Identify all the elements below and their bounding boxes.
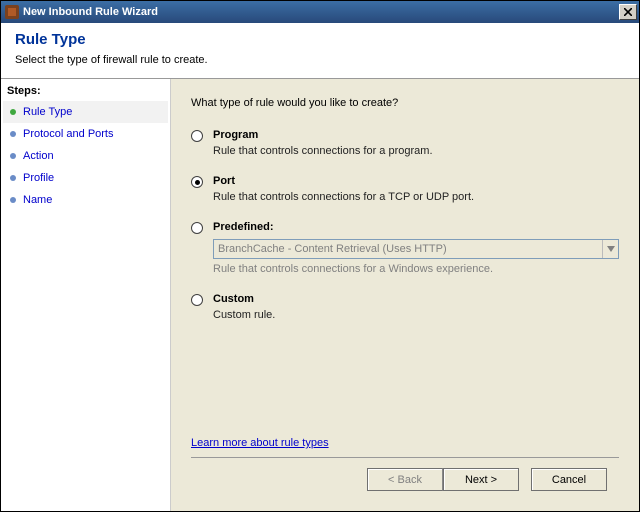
option-label: Program [213, 129, 619, 141]
radio-port[interactable] [191, 176, 203, 188]
close-button[interactable] [619, 4, 637, 20]
step-action[interactable]: Action [3, 145, 168, 167]
wizard-window: New Inbound Rule Wizard Rule Type Select… [0, 0, 640, 512]
step-label: Profile [23, 172, 54, 184]
option-custom: Custom Custom rule. [191, 293, 619, 321]
radio-predefined[interactable] [191, 222, 203, 234]
option-port: Port Rule that controls connections for … [191, 175, 619, 203]
steps-sidebar: Steps: Rule Type Protocol and Ports Acti… [1, 79, 171, 511]
close-icon [624, 8, 632, 16]
button-bar: < Back Next > Cancel [191, 457, 619, 503]
page-title: Rule Type [15, 31, 625, 48]
page-subtitle: Select the type of firewall rule to crea… [15, 54, 625, 66]
step-bullet-icon [10, 153, 16, 159]
app-icon [5, 5, 19, 19]
option-label: Custom [213, 293, 619, 305]
step-bullet-icon [10, 109, 16, 115]
predefined-select-value: BranchCache - Content Retrieval (Uses HT… [218, 243, 447, 255]
chevron-down-icon [607, 246, 615, 252]
radio-custom[interactable] [191, 294, 203, 306]
option-program: Program Rule that controls connections f… [191, 129, 619, 157]
predefined-select: BranchCache - Content Retrieval (Uses HT… [213, 239, 619, 259]
cancel-button[interactable]: Cancel [531, 468, 607, 491]
step-name[interactable]: Name [3, 189, 168, 211]
wizard-body: Steps: Rule Type Protocol and Ports Acti… [1, 79, 639, 511]
step-label: Protocol and Ports [23, 128, 114, 140]
steps-heading: Steps: [7, 85, 164, 97]
step-protocol-and-ports[interactable]: Protocol and Ports [3, 123, 168, 145]
content-pane: What type of rule would you like to crea… [171, 79, 639, 511]
option-label: Port [213, 175, 619, 187]
option-label: Predefined: [213, 221, 619, 233]
next-button[interactable]: Next > [443, 468, 519, 491]
step-bullet-icon [10, 175, 16, 181]
step-rule-type[interactable]: Rule Type [3, 101, 168, 123]
option-desc: Rule that controls connections for a Win… [213, 263, 619, 275]
step-profile[interactable]: Profile [3, 167, 168, 189]
step-label: Name [23, 194, 52, 206]
step-label: Rule Type [23, 106, 72, 118]
option-predefined: Predefined: BranchCache - Content Retrie… [191, 221, 619, 275]
option-desc: Rule that controls connections for a pro… [213, 145, 619, 157]
radio-program[interactable] [191, 130, 203, 142]
titlebar: New Inbound Rule Wizard [1, 1, 639, 23]
step-bullet-icon [10, 197, 16, 203]
window-title: New Inbound Rule Wizard [23, 6, 158, 18]
option-desc: Rule that controls connections for a TCP… [213, 191, 619, 203]
wizard-header: Rule Type Select the type of firewall ru… [1, 23, 639, 79]
step-label: Action [23, 150, 54, 162]
back-button: < Back [367, 468, 443, 491]
step-bullet-icon [10, 131, 16, 137]
option-desc: Custom rule. [213, 309, 619, 321]
dropdown-button [602, 240, 618, 258]
learn-more-area: Learn more about rule types [191, 437, 619, 449]
question-text: What type of rule would you like to crea… [191, 97, 619, 109]
learn-more-link[interactable]: Learn more about rule types [191, 437, 329, 449]
